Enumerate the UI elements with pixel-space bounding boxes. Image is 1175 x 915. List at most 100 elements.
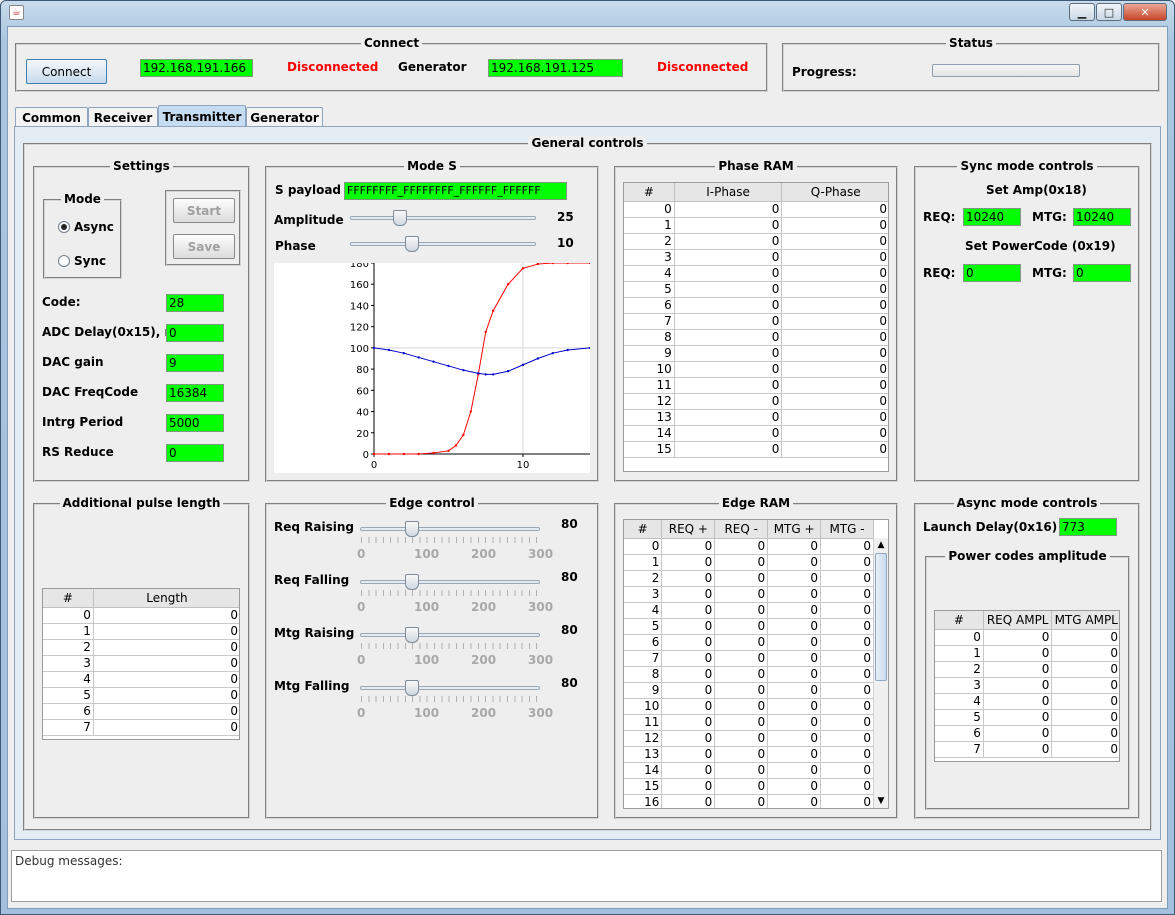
table-row[interactable]: 10000	[624, 554, 874, 571]
table-row[interactable]: 50	[43, 687, 239, 704]
table-row[interactable]: 200	[624, 233, 888, 250]
edge-ram-cell[interactable]: 0	[820, 746, 874, 763]
table-row[interactable]: 600	[624, 297, 888, 314]
power-code-cell[interactable]: 0	[1051, 741, 1119, 758]
power-code-cell[interactable]: 0	[983, 677, 1053, 694]
edge-ram-cell[interactable]: 0	[767, 682, 822, 699]
dac-gain-field[interactable]: 9	[166, 354, 224, 372]
phase-ram-cell[interactable]: 12	[624, 393, 675, 410]
phase-ram-cell[interactable]: 0	[674, 281, 783, 298]
edge-ram-cell[interactable]: 0	[820, 586, 874, 603]
power-code-cell[interactable]: 0	[1051, 693, 1119, 710]
amp-mtg-field[interactable]: 10240	[1073, 208, 1131, 226]
table-row[interactable]: 15 0 0 0 0	[624, 778, 874, 795]
table-row[interactable]: 70000	[624, 650, 874, 667]
edge-ram-cell[interactable]: 0	[661, 666, 716, 683]
edge-ram-cell[interactable]: 0	[714, 762, 769, 779]
edge-ram-cell[interactable]: 7	[624, 650, 663, 667]
pulse-cell[interactable]: 7	[43, 719, 94, 736]
power-code-cell[interactable]: 0	[1051, 645, 1119, 662]
edge-ram-cell[interactable]: 0	[767, 666, 822, 683]
amp-req-field[interactable]: 10240	[963, 208, 1021, 226]
amplitude-slider-thumb[interactable]	[393, 210, 407, 226]
phase-ram-cell[interactable]: 0	[674, 441, 783, 458]
edge-ram-cell[interactable]: 0	[820, 794, 874, 808]
edge-ram-cell[interactable]: 0	[820, 698, 874, 715]
edge-ram-cell[interactable]: 0	[767, 698, 822, 715]
edge-ram-cell[interactable]: 0	[714, 682, 769, 699]
table-row[interactable]: 12 0 0 0 0	[624, 730, 874, 747]
table-row[interactable]: 000	[624, 201, 888, 218]
edge-ram-cell[interactable]: 0	[661, 570, 716, 587]
power-code-cell[interactable]: 6	[935, 725, 984, 742]
minimize-icon[interactable]: ▁	[1069, 3, 1095, 21]
power-code-cell[interactable]: 0	[1051, 725, 1119, 742]
edge-ram-cell[interactable]: 0	[820, 554, 874, 571]
edge-ram-cell[interactable]: 0	[820, 714, 874, 731]
phase-ram-cell[interactable]: 0	[781, 425, 888, 442]
phase-ram-cell[interactable]: 0	[781, 217, 888, 234]
power-code-cell[interactable]: 3	[935, 677, 984, 694]
edge-ram-cell[interactable]: 0	[661, 762, 716, 779]
phase-ram-cell[interactable]: 0	[674, 249, 783, 266]
close-icon[interactable]: ✕	[1123, 3, 1167, 21]
edge-ram-cell[interactable]: 0	[714, 602, 769, 619]
edge-slider-thumb[interactable]	[404, 627, 419, 643]
phase-ram-cell[interactable]: 0	[674, 345, 783, 362]
scroll-thumb[interactable]	[875, 553, 887, 681]
async-radio[interactable]	[58, 221, 70, 233]
edge-ram-cell[interactable]: 0	[661, 746, 716, 763]
edge-ram-cell[interactable]: 0	[714, 666, 769, 683]
edge-ram-cell[interactable]: 0	[714, 794, 769, 808]
edge-ram-cell[interactable]: 0	[661, 794, 716, 808]
phase-ram-cell[interactable]: 2	[624, 233, 675, 250]
table-row[interactable]: 400	[624, 265, 888, 282]
power-code-cell[interactable]: 0	[1051, 629, 1119, 646]
edge-ram-cell[interactable]: 0	[661, 714, 716, 731]
power-code-cell[interactable]: 0	[983, 725, 1053, 742]
edge-slider-thumb[interactable]	[404, 574, 419, 590]
edge-ram-cell[interactable]: 0	[714, 554, 769, 571]
dac-freqcode-field[interactable]: 16384	[166, 384, 224, 402]
pulse-cell[interactable]: 5	[43, 687, 94, 704]
table-row[interactable]: 900	[624, 345, 888, 362]
edge-ram-cell[interactable]: 0	[661, 778, 716, 795]
table-row[interactable]: 00	[43, 607, 239, 624]
phase-ram-cell[interactable]: 0	[674, 377, 783, 394]
phase-ram-cell[interactable]: 0	[674, 393, 783, 410]
edge-ram-cell[interactable]: 10	[624, 698, 663, 715]
edge-ram-cell[interactable]: 0	[661, 554, 716, 571]
table-row[interactable]: 000	[935, 629, 1119, 646]
edge-ram-cell[interactable]: 0	[767, 794, 822, 808]
edge-ram-cell[interactable]: 0	[767, 602, 822, 619]
phase-ram-cell[interactable]: 9	[624, 345, 675, 362]
table-row[interactable]: 15 0 0	[624, 441, 888, 458]
edge-ram-cell[interactable]: 0	[661, 586, 716, 603]
edge-ram-cell[interactable]: 0	[767, 714, 822, 731]
edge-slider[interactable]	[360, 521, 540, 537]
power-code-cell[interactable]: 1	[935, 645, 984, 662]
table-row[interactable]: 30000	[624, 586, 874, 603]
pc-req-field[interactable]: 0	[963, 264, 1021, 282]
pulse-cell[interactable]: 0	[93, 703, 239, 720]
table-row[interactable]: 200	[935, 661, 1119, 678]
phase-ram-cell[interactable]: 0	[781, 265, 888, 282]
edge-ram-cell[interactable]: 0	[661, 634, 716, 651]
power-code-cell[interactable]: 0	[1051, 661, 1119, 678]
phase-ram-cell[interactable]: 0	[781, 297, 888, 314]
code-field[interactable]: 28	[166, 294, 224, 312]
connect-button[interactable]: Connect	[26, 59, 107, 84]
table-row[interactable]: 40	[43, 671, 239, 688]
edge-ram-cell[interactable]: 0	[714, 714, 769, 731]
table-row[interactable]: 600	[935, 725, 1119, 742]
table-row[interactable]: 00000	[624, 538, 874, 555]
table-row[interactable]: 30	[43, 655, 239, 672]
edge-ram-cell[interactable]: 15	[624, 778, 663, 795]
pulse-cell[interactable]: 2	[43, 639, 94, 656]
edge-ram-cell[interactable]: 0	[714, 570, 769, 587]
edge-ram-cell[interactable]: 0	[767, 762, 822, 779]
table-row[interactable]: 13 0 0 0 0	[624, 746, 874, 763]
phase-ram-cell[interactable]: 0	[674, 329, 783, 346]
receiver-ip-field[interactable]: 192.168.191.166	[140, 59, 253, 77]
table-row[interactable]: 10	[43, 623, 239, 640]
